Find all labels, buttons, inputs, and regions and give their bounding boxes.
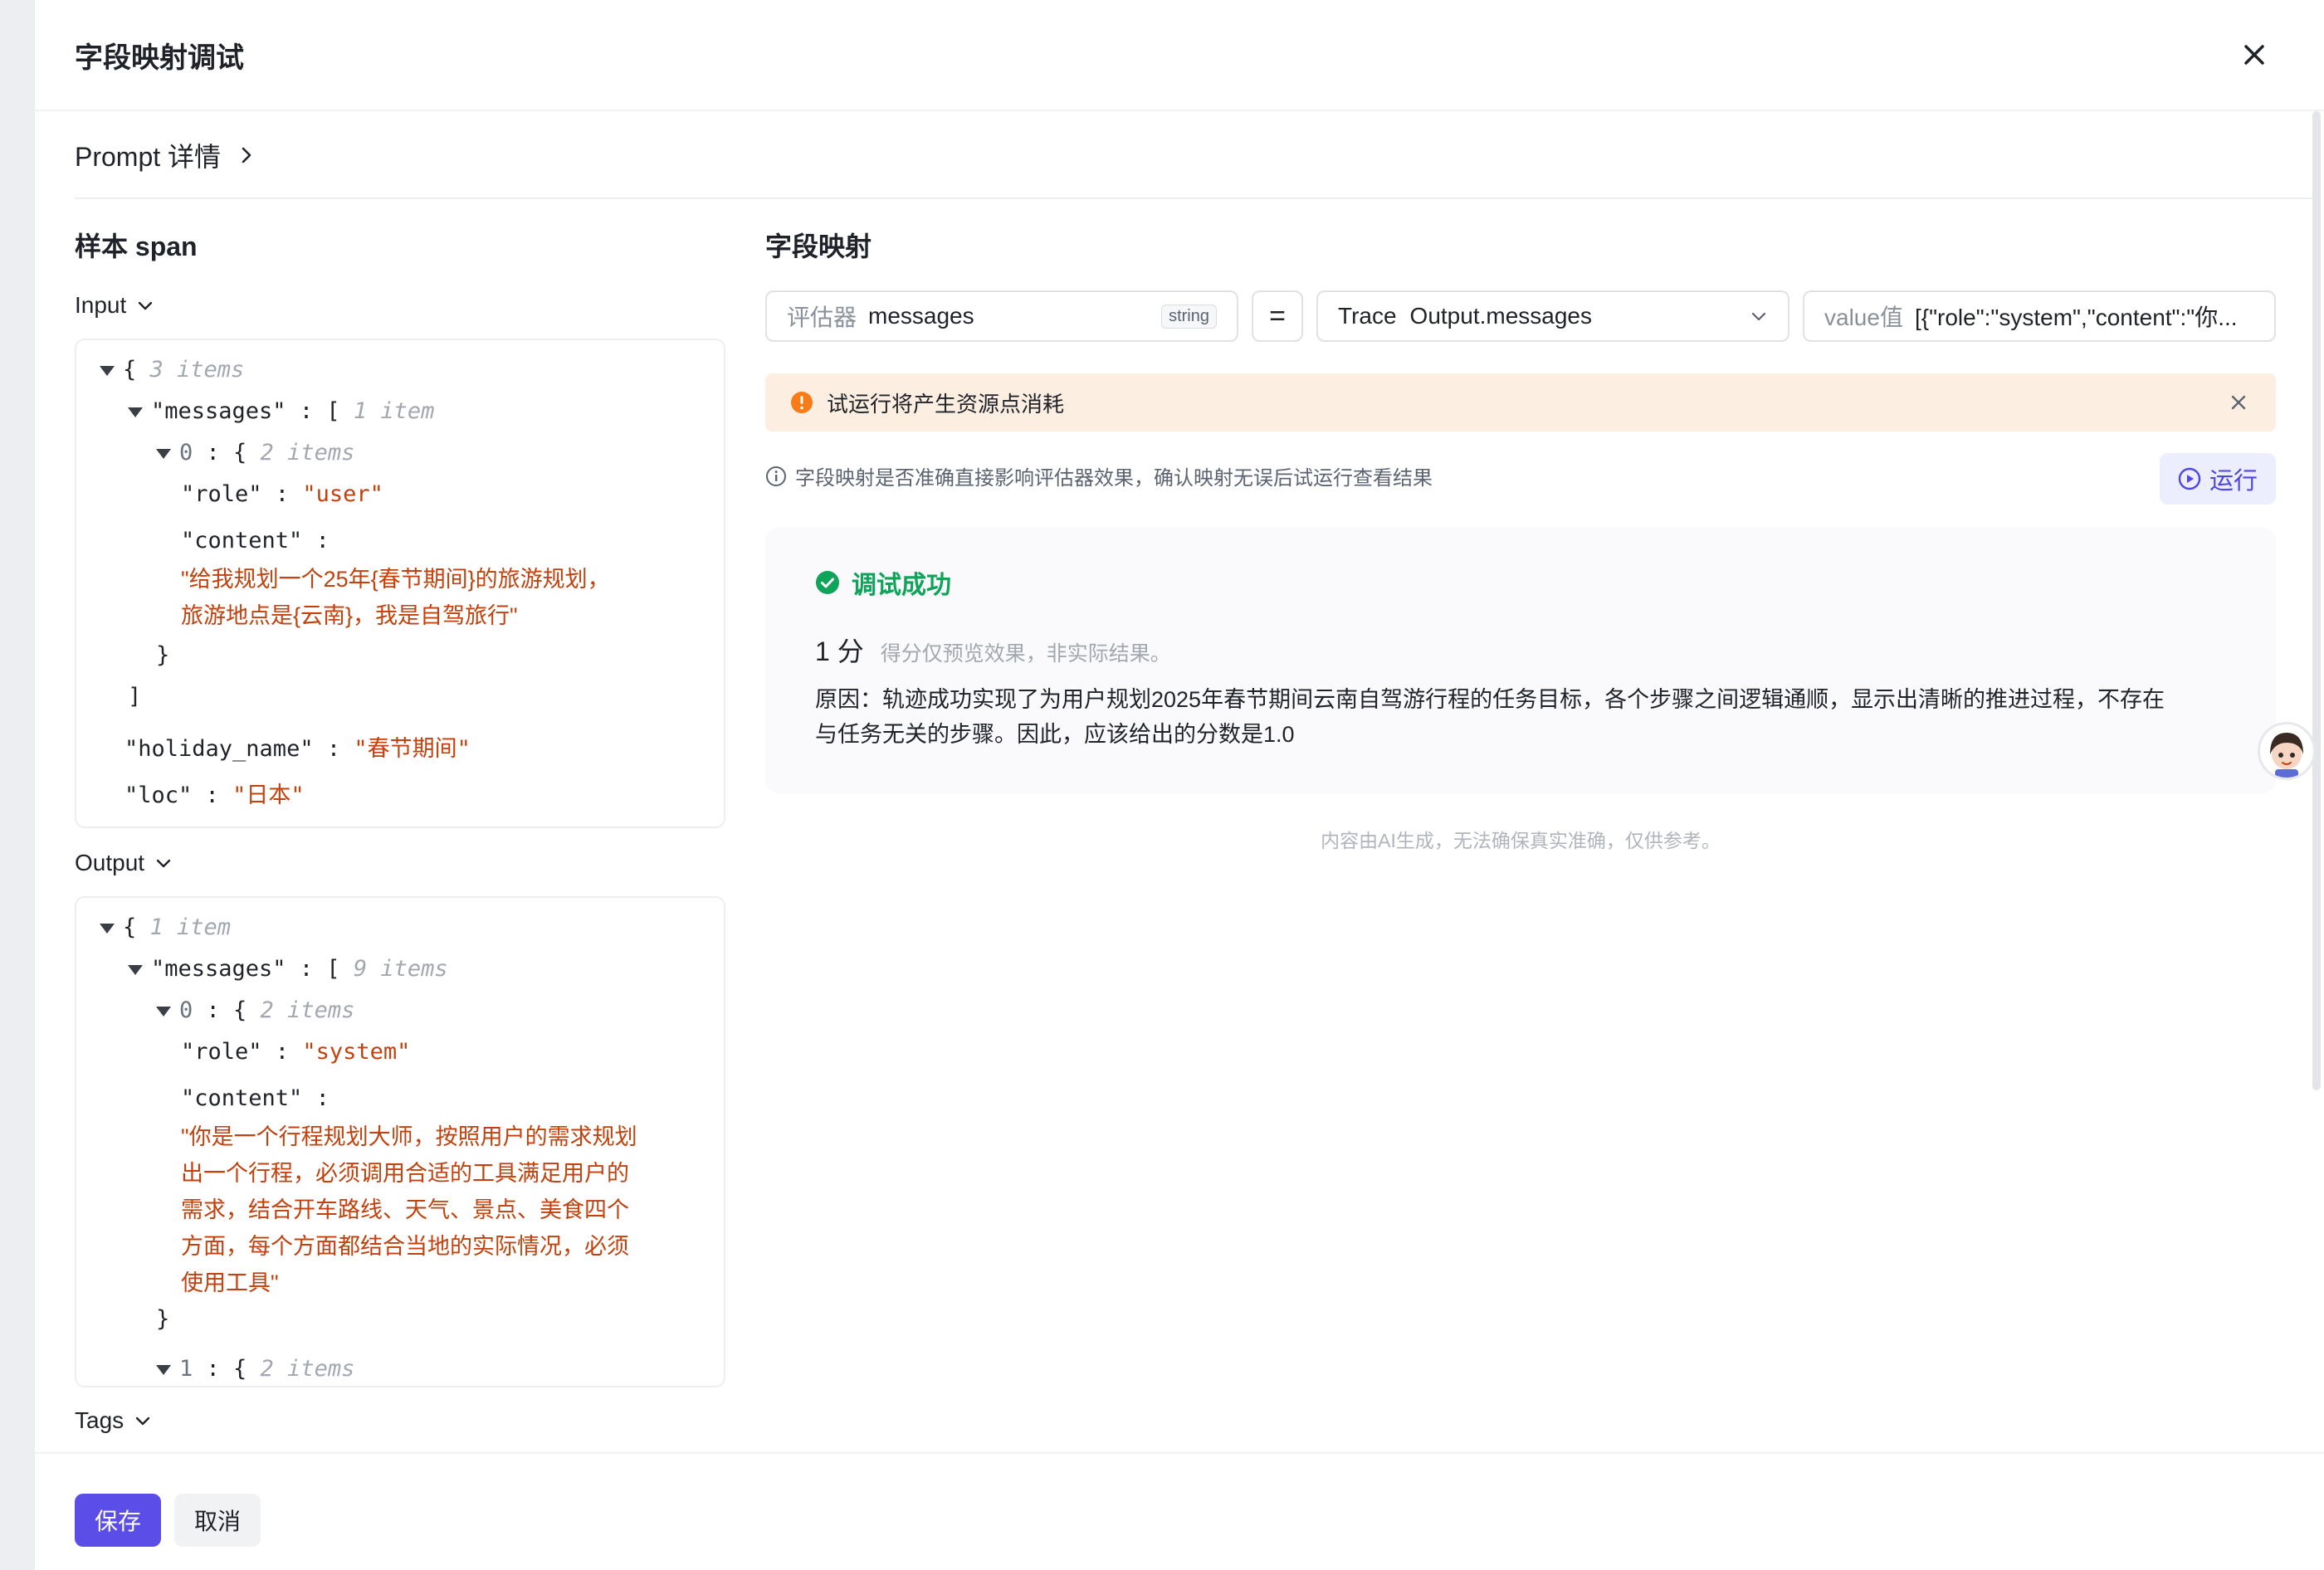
close-icon [2244, 45, 2264, 65]
json-role-line: "role" : "system" [181, 1039, 411, 1065]
input-collapse-toggle[interactable]: Input [75, 292, 154, 319]
footer-divider [35, 1452, 2324, 1454]
assistant-avatar-icon [2270, 733, 2303, 778]
cancel-button[interactable]: 取消 [174, 1494, 261, 1547]
warning-icon [791, 392, 813, 413]
sample-span-title: 样本 span [75, 232, 198, 261]
json-content-key: "content" : [181, 528, 330, 553]
result-reason: 原因：轨迹成功实现了为用户规划2025年春节期间云南自驾游行程的任务目标，各个步… [815, 687, 2165, 747]
output-collapse-toggle[interactable]: Output [75, 850, 173, 876]
warning-text: 试运行将产生资源点消耗 [827, 391, 1065, 417]
json-messages-line: "messages" : [ 9 items [128, 956, 448, 982]
json-holiday-line: "holiday_name" : "春节期间" [124, 736, 471, 762]
collapse-triangle-icon[interactable] [156, 448, 171, 459]
collapse-triangle-icon[interactable] [156, 1364, 171, 1375]
json-role-line: "role" : "user" [181, 481, 383, 507]
cost-warning-banner: 试运行将产生资源点消耗 [765, 373, 2276, 432]
json-item0-line: 0 : { 2 items [156, 440, 354, 466]
assistant-avatar[interactable] [2258, 722, 2316, 780]
value-field-input[interactable]: value值 [{"role":"system","content":"你... [1803, 290, 2276, 342]
modal-scrollbar[interactable] [2312, 111, 2321, 1090]
collapse-triangle-icon[interactable] [128, 964, 143, 975]
json-root-line: { 3 items [100, 357, 244, 383]
result-score-row: 1 分 得分仅预览效果，非实际结果。 [815, 631, 1171, 669]
trace-field-name: Output.messages [1409, 303, 1592, 329]
collapse-triangle-icon[interactable] [100, 923, 115, 934]
run-label: 运行 [2209, 468, 2258, 495]
field-mapping-title: 字段映射 [765, 232, 872, 261]
chevron-down-icon [139, 301, 153, 310]
collapse-triangle-icon[interactable] [100, 365, 115, 376]
collapse-triangle-icon[interactable] [156, 1006, 171, 1017]
json-brace-close: } [156, 1306, 170, 1332]
collapse-triangle-icon[interactable] [128, 407, 143, 417]
equals-sign: = [1252, 290, 1303, 342]
output-json-viewer[interactable]: { 1 item "messages" : [ 9 items 0 : { 2 … [75, 896, 725, 1387]
type-tag: string [1161, 304, 1217, 329]
json-messages-line: "messages" : [ 1 item [128, 398, 434, 424]
background-page-edge [0, 0, 36, 1570]
json-root-line: { 1 item [100, 914, 231, 940]
json-item1-line: 1 : { 2 items [156, 1356, 354, 1382]
section-divider [75, 197, 2316, 199]
tags-collapse-toggle[interactable]: Tags [75, 1407, 152, 1434]
value-label: value值 [1824, 305, 1903, 330]
value-text: [{"role":"system","content":"你... [1914, 305, 2238, 330]
json-bracket-close: ] [128, 684, 142, 709]
run-button[interactable]: 运行 [2160, 453, 2276, 505]
status-text: 调试成功 [852, 572, 951, 599]
json-content-value: "给我规划一个25年{春节期间}的旅游规划， 旅游地点是{云南}，我是自驾旅行" [181, 567, 610, 628]
check-circle-icon [816, 571, 839, 594]
trace-field-select[interactable]: Trace Output.messages [1316, 290, 1789, 342]
input-label: Input [75, 292, 127, 318]
hint-text: 字段映射是否准确直接影响评估器效果，确认映射无误后试运行查看结果 [795, 467, 1433, 490]
json-brace-close: } [156, 642, 170, 668]
score-note: 得分仅预览效果，非实际结果。 [880, 642, 1171, 666]
modal-title: 字段映射调试 [75, 42, 244, 74]
ai-disclaimer: 内容由AI生成，无法确保真实准确，仅供参考。 [1321, 830, 1721, 851]
evaluator-label: 评估器 [787, 305, 857, 330]
field-mapping-modal: 字段映射调试 Prompt 详情 样本 span Input { 3 items… [35, 0, 2324, 1570]
json-content-value: "你是一个行程规划大师，按照用户的需求规划 出一个行程，必须调用合适的工具满足用… [181, 1124, 637, 1295]
prompt-details-link[interactable]: Prompt 详情 [75, 133, 256, 178]
chevron-right-icon [242, 147, 251, 163]
close-button[interactable] [2234, 35, 2274, 75]
chevron-down-icon [1751, 312, 1766, 321]
info-icon [766, 466, 786, 486]
json-content-key: "content" : [181, 1085, 330, 1111]
input-json-viewer[interactable]: { 3 items "messages" : [ 1 item 0 : { 2 … [75, 339, 725, 828]
result-status: 调试成功 [815, 564, 951, 601]
evaluator-field-name: messages [868, 303, 974, 329]
evaluator-field-input[interactable]: 评估器 messages string [765, 290, 1238, 342]
chevron-down-icon [135, 1416, 150, 1426]
json-item0-line: 0 : { 2 items [156, 997, 354, 1023]
tags-label: Tags [75, 1407, 124, 1433]
chevron-down-icon [156, 859, 171, 868]
close-icon[interactable] [2229, 393, 2248, 412]
trace-label: Trace [1338, 303, 1397, 329]
json-meta: 3 items [149, 357, 245, 383]
mapping-hint: 字段映射是否准确直接影响评估器效果，确认映射无误后试运行查看结果 [765, 461, 1433, 490]
modal-header: 字段映射调试 [35, 0, 2324, 111]
score-value: 1 分 [815, 636, 864, 666]
json-loc-line: "loc" : "日本" [124, 783, 305, 808]
play-circle-icon [2178, 467, 2201, 490]
output-label: Output [75, 850, 145, 875]
save-button[interactable]: 保存 [75, 1494, 161, 1547]
prompt-details-label: Prompt 详情 [75, 142, 222, 172]
debug-result-card: 调试成功 1 分 得分仅预览效果，非实际结果。 原因：轨迹成功实现了为用户规划2… [765, 528, 2276, 793]
